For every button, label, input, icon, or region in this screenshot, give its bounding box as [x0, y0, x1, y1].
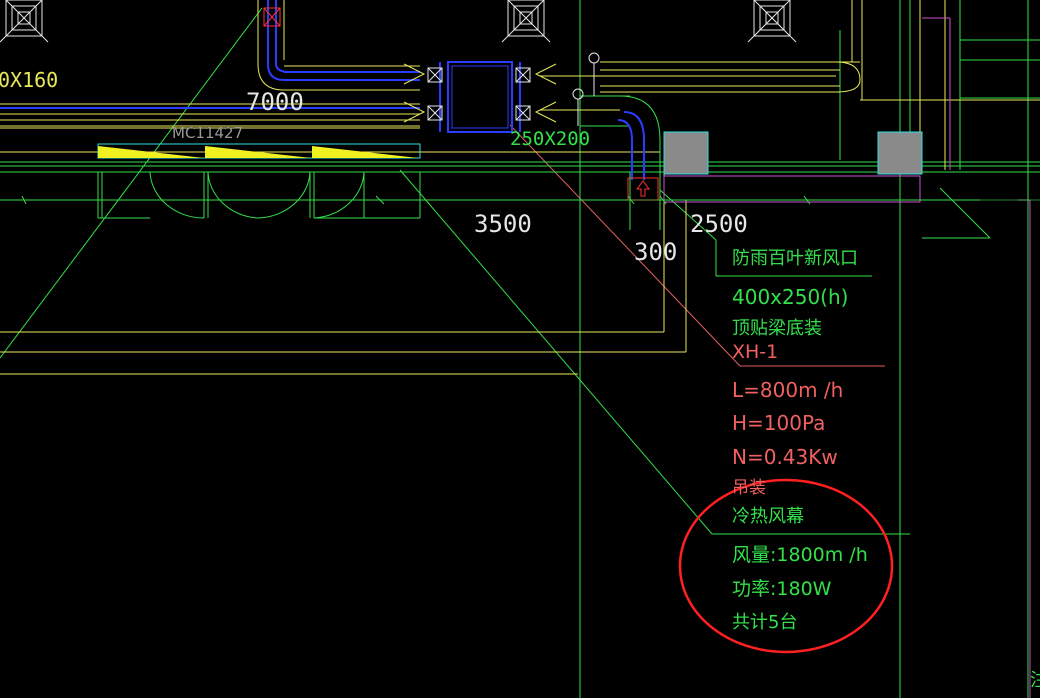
- curtain-title: 冷热风幕: [732, 506, 804, 527]
- edge-char: 注: [1030, 670, 1040, 691]
- dim-250x200: 250X200: [510, 128, 591, 150]
- unit-tag: XH-1: [732, 341, 779, 363]
- flow-arrows: [403, 63, 557, 123]
- dim-7000: 7000: [246, 88, 304, 116]
- yellow-lines: [0, 0, 1040, 375]
- dim-300: 300: [634, 238, 678, 266]
- mount-label: 顶贴梁底装: [732, 318, 822, 339]
- air-intake-arrow-icon: [627, 177, 659, 201]
- curtain-power: 功率:180W: [732, 578, 832, 600]
- duct-horizontal: [0, 65, 420, 129]
- curtain-count: 共计5台: [732, 612, 798, 633]
- unit-hanging: 吊装: [732, 478, 766, 498]
- unit-pressure: H=100Pa: [732, 411, 826, 435]
- duct-vertical: [257, 0, 291, 91]
- door-label: MC11427: [172, 124, 244, 142]
- cad-drawing: [0, 0, 1040, 698]
- louver-label: 防雨百叶新风口: [732, 248, 858, 269]
- fan-icon: [439, 61, 521, 133]
- columns: [663, 131, 923, 175]
- ceiling-diffuser-icon: [0, 0, 797, 43]
- unit-airflow: L=800m /h: [732, 378, 844, 402]
- dim-2500: 2500: [690, 210, 748, 238]
- dim-3500: 3500: [474, 210, 532, 238]
- magenta-lines: [663, 17, 1031, 698]
- unit-power: N=0.43Kw: [732, 445, 838, 469]
- curtain-airflow: 风量:1800m /h: [732, 544, 868, 566]
- door-mc11427: [97, 143, 421, 219]
- dim-left-duct: 0X160: [0, 68, 59, 92]
- louver-size: 400x250(h): [732, 285, 849, 309]
- damper-icon: [427, 67, 531, 121]
